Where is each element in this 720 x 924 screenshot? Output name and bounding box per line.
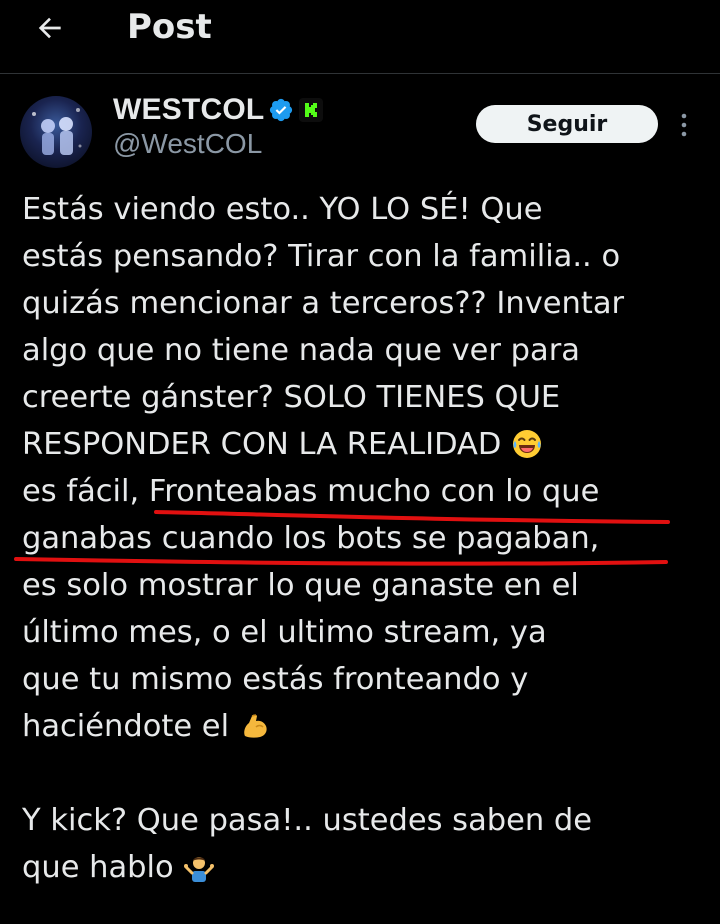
person-shrugging-emoji xyxy=(184,857,215,882)
avatar-image xyxy=(32,108,82,155)
tweet-line: último mes, o el ultimo stream, ya xyxy=(22,615,547,650)
tweet-line-with-emoji: haciéndote el xyxy=(22,703,712,750)
tweet-line: estás pensando? Tirar con la familia.. o xyxy=(22,239,621,274)
author-handle[interactable]: @WestCOL xyxy=(113,128,262,160)
tweet-line: quizás mencionar a terceros?? Inventar xyxy=(22,286,625,321)
top-bar: Post xyxy=(0,0,720,74)
tweet-text: Estás viendo esto.. YO LO SÉ! Que estás … xyxy=(22,186,712,891)
kick-logo-icon xyxy=(299,98,323,122)
tweet-line: creerte gánster? SOLO TIENES QUE xyxy=(22,380,561,415)
back-button[interactable] xyxy=(30,8,70,48)
tweet-line-underlined-start: es fácil, Fronteabas mucho con lo que xyxy=(22,474,600,509)
tweet-line-text: que hablo xyxy=(22,850,174,885)
tweet-line: que tu mismo estás fronteando y xyxy=(22,662,529,697)
follow-button[interactable]: Seguir xyxy=(476,105,658,143)
tweet-line-with-emoji: que hablo xyxy=(22,844,712,891)
page-title: Post xyxy=(127,7,212,47)
verified-badge-icon xyxy=(269,98,293,122)
tweet-line: algo que no tiene nada que ver para xyxy=(22,333,580,368)
tweet-line-with-emoji: RESPONDER CON LA REALIDAD xyxy=(22,421,712,468)
tweet-line: Estás viendo esto.. YO LO SÉ! Que xyxy=(22,192,543,227)
tweet-line: Y kick? Que pasa!.. ustedes saben de xyxy=(22,803,593,838)
avatar[interactable] xyxy=(20,96,92,168)
author-name[interactable]: WESTCOL xyxy=(113,93,264,127)
tweet-line-text: RESPONDER CON LA REALIDAD xyxy=(22,427,502,462)
tweet-line: es solo mostrar lo que ganaste en el xyxy=(22,568,579,603)
tweet-line-text: haciéndote el xyxy=(22,709,230,744)
tears-of-joy-emoji xyxy=(513,430,542,458)
arrow-left-icon xyxy=(38,17,61,39)
more-vertical-icon[interactable] xyxy=(677,112,691,138)
tweet-line-underlined: ganabas cuando los bots se pagaban, xyxy=(22,521,600,556)
flexed-biceps-emoji xyxy=(243,714,267,738)
